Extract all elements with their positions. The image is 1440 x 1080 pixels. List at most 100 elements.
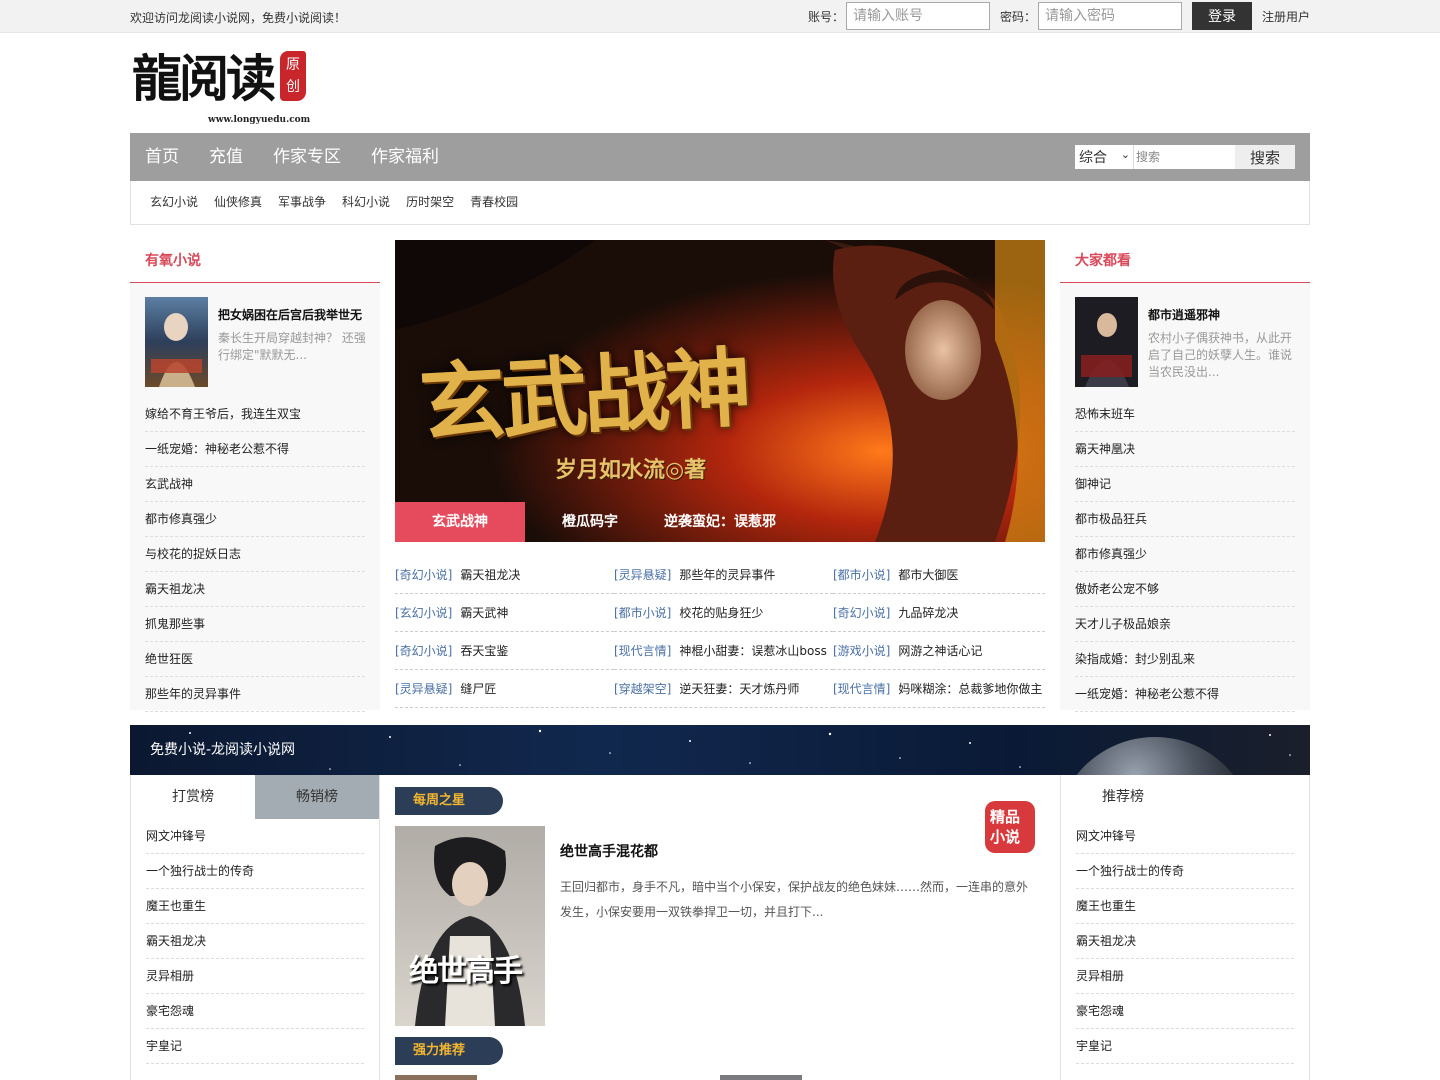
category-book-item[interactable]: [奇幻小说] 吞天宝鉴 [395, 632, 614, 670]
list-item[interactable]: 嫁给不育王爷后，我连生双宝 [145, 397, 365, 432]
book-cover[interactable] [395, 1075, 477, 1080]
list-item[interactable]: 都市修真强少 [145, 502, 365, 537]
category-link[interactable]: 玄幻小说 [142, 181, 206, 224]
category-tag[interactable]: [玄幻小说] [395, 606, 452, 620]
list-item[interactable]: 一个独行战士的传奇 [1076, 854, 1294, 889]
category-tag[interactable]: [奇幻小说] [395, 644, 452, 658]
book-title[interactable]: 霸天祖龙决 [460, 568, 520, 582]
nav-item-recharge[interactable]: 充值 [194, 133, 258, 181]
book-cover[interactable] [720, 1075, 802, 1080]
book-title[interactable]: 妈咪糊涂：总裁爹地你做主 [898, 682, 1042, 696]
list-item[interactable]: 网文冲锋号 [146, 819, 364, 854]
category-tag[interactable]: [奇幻小说] [833, 606, 890, 620]
book-title[interactable]: 缝尸匠 [460, 682, 496, 696]
category-tag[interactable]: [灵异悬疑] [395, 682, 452, 696]
register-link[interactable]: 注册用户 [1262, 8, 1310, 25]
category-tag[interactable]: [奇幻小说] [395, 568, 452, 582]
search-button[interactable]: 搜索 [1235, 145, 1295, 169]
category-tag[interactable]: [都市小说] [833, 568, 890, 582]
category-book-item[interactable]: [现代言情] 妈咪糊涂：总裁爹地你做主 [833, 670, 1045, 708]
list-item[interactable]: 魔王也重生 [146, 889, 364, 924]
list-item[interactable]: 都市修真强少 [1075, 537, 1295, 572]
login-button[interactable]: 登录 [1191, 2, 1252, 30]
list-item[interactable]: 御神记 [1075, 467, 1295, 502]
banner-tab[interactable]: 橙瓜码字 [525, 502, 638, 542]
list-item[interactable]: 宇皇记 [146, 1029, 364, 1064]
hero-banner[interactable]: 玄武战神 岁月如水流◎著 玄武战神 橙瓜码字 逆袭蛮妃：误惹邪 [395, 240, 1045, 542]
book-title[interactable]: 那些年的灵异事件 [679, 568, 775, 582]
featured-book[interactable]: 把女娲困在后宫后我举世无 秦长生开局穿越封神？ 还强行绑定"默默无... [145, 297, 366, 397]
book-cover[interactable] [145, 297, 208, 387]
category-book-item[interactable]: [都市小说] 校花的贴身狂少 [614, 594, 833, 632]
search-input[interactable] [1133, 145, 1235, 169]
weekly-book-title[interactable]: 绝世高手混花都 [560, 841, 658, 861]
list-item[interactable]: 宇皇记 [1076, 1029, 1294, 1064]
list-item[interactable]: 灵异相册 [1076, 959, 1294, 994]
category-book-item[interactable]: [灵异悬疑] 那些年的灵异事件 [614, 556, 833, 594]
tab-bestseller-rank[interactable]: 畅销榜 [255, 775, 379, 819]
list-item[interactable]: 霸天祖龙决 [146, 924, 364, 959]
list-item[interactable]: 都市极品狂兵 [1075, 502, 1295, 537]
featured-book-title[interactable]: 都市逍遥邪神 [1148, 306, 1220, 323]
category-link[interactable]: 科幻小说 [334, 181, 398, 224]
banner-tab[interactable]: 玄武战神 [395, 502, 525, 542]
category-tag[interactable]: [游戏小说] [833, 644, 890, 658]
list-item[interactable]: 灵异相册 [146, 959, 364, 994]
category-tag[interactable]: [现代言情] [614, 644, 671, 658]
list-item[interactable]: 一纸宠婚：神秘老公惹不得 [1075, 677, 1295, 712]
featured-book[interactable]: 都市逍遥邪神 农村小子偶获神书，从此开启了自己的妖孽人生。谁说当农民没出... [1075, 297, 1295, 397]
category-link[interactable]: 军事战争 [270, 181, 334, 224]
list-item[interactable]: 抓鬼那些事 [145, 607, 365, 642]
category-tag[interactable]: [都市小说] [614, 606, 671, 620]
category-tag[interactable]: [灵异悬疑] [614, 568, 671, 582]
book-title[interactable]: 神棍小甜妻：误惹冰山boss [679, 644, 826, 658]
list-item[interactable]: 一个独行战士的传奇 [146, 854, 364, 889]
tab-reward-rank[interactable]: 打赏榜 [131, 775, 255, 819]
recommend-rank-title[interactable]: 推荐榜 [1061, 775, 1185, 819]
list-item[interactable]: 染指成婚：封少别乱来 [1075, 642, 1295, 677]
category-book-item[interactable]: [奇幻小说] 九品碎龙决 [833, 594, 1045, 632]
category-book-item[interactable]: [现代言情] 神棍小甜妻：误惹冰山boss [614, 632, 833, 670]
list-item[interactable]: 一纸宠婚：神秘老公惹不得 [145, 432, 365, 467]
search-type-select[interactable]: 综合 ⌄ [1075, 145, 1133, 169]
nav-item-author-zone[interactable]: 作家专区 [258, 133, 356, 181]
category-book-item[interactable]: [穿越架空] 逆天狂妻：天才炼丹师 [614, 670, 833, 708]
book-title[interactable]: 校花的贴身狂少 [679, 606, 763, 620]
category-book-item[interactable]: [灵异悬疑] 缝尸匠 [395, 670, 614, 708]
list-item[interactable]: 霸天祖龙决 [1076, 924, 1294, 959]
book-title[interactable]: 霸天武神 [460, 606, 508, 620]
list-item[interactable]: 那些年的灵异事件 [145, 677, 365, 712]
list-item[interactable]: 豪宅怨魂 [146, 994, 364, 1029]
list-item[interactable]: 天才儿子极品娘亲 [1075, 607, 1295, 642]
category-book-item[interactable]: [游戏小说] 网游之神话心记 [833, 632, 1045, 670]
nav-item-home[interactable]: 首页 [130, 133, 194, 181]
category-tag[interactable]: [现代言情] [833, 682, 890, 696]
list-item[interactable]: 魔王也重生 [1076, 889, 1294, 924]
nav-item-author-benefits[interactable]: 作家福利 [356, 133, 454, 181]
account-input[interactable] [845, 2, 990, 30]
category-link[interactable]: 仙侠修真 [206, 181, 270, 224]
password-input[interactable] [1037, 2, 1182, 30]
book-title[interactable]: 九品碎龙决 [898, 606, 958, 620]
list-item[interactable]: 霸天神凰决 [1075, 432, 1295, 467]
category-link[interactable]: 青春校园 [462, 181, 526, 224]
list-item[interactable]: 与校花的捉妖日志 [145, 537, 365, 572]
book-cover[interactable]: 绝世高手 [395, 826, 545, 1026]
category-tag[interactable]: [穿越架空] [614, 682, 671, 696]
list-item[interactable]: 傲娇老公宠不够 [1075, 572, 1295, 607]
list-item[interactable]: 恐怖末班车 [1075, 397, 1295, 432]
list-item[interactable]: 豪宅怨魂 [1076, 994, 1294, 1029]
list-item[interactable]: 玄武战神 [145, 467, 365, 502]
category-book-item[interactable]: [奇幻小说] 霸天祖龙决 [395, 556, 614, 594]
list-item[interactable]: 绝世狂医 [145, 642, 365, 677]
banner-tab[interactable]: 逆袭蛮妃：误惹邪 [638, 502, 796, 542]
site-logo[interactable]: 龍阅读 原创 www.longyuedu.com [132, 47, 312, 125]
book-title[interactable]: 逆天狂妻：天才炼丹师 [679, 682, 799, 696]
category-link[interactable]: 历时架空 [398, 181, 462, 224]
list-item[interactable]: 霸天祖龙决 [145, 572, 365, 607]
book-cover[interactable] [1075, 297, 1138, 387]
book-title[interactable]: 都市大御医 [898, 568, 958, 582]
book-title[interactable]: 吞天宝鉴 [460, 644, 508, 658]
featured-book-title[interactable]: 把女娲困在后宫后我举世无 [218, 306, 362, 323]
list-item[interactable]: 网文冲锋号 [1076, 819, 1294, 854]
